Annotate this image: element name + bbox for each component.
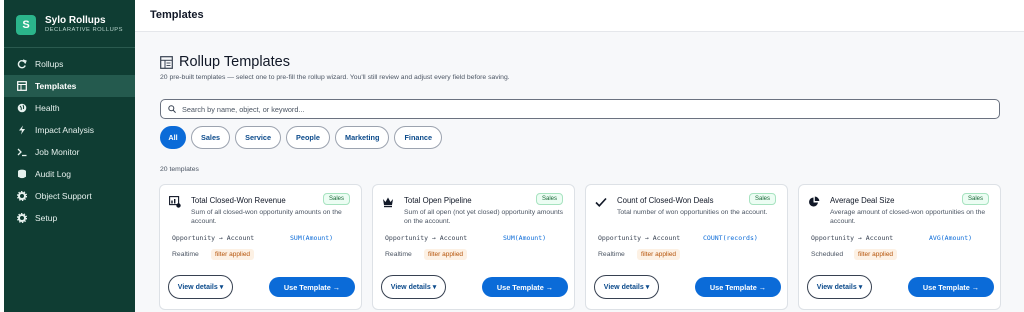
crown-icon — [383, 197, 393, 208]
template-grid-icon — [160, 55, 173, 69]
section-heading: Rollup Templates — [160, 54, 290, 70]
use-template-button[interactable]: Use Template → — [482, 277, 568, 297]
category-badge: Sales — [322, 193, 350, 205]
card-description: Sum of all closed-won opportunity amount… — [191, 209, 342, 226]
template-card: Total Open Pipeline Sales Sum of all ope… — [372, 184, 575, 310]
aggregate-function: COUNT(records) — [703, 234, 758, 242]
template-card: Count of Closed-Won Deals Sales Total nu… — [585, 184, 788, 310]
card-description: Sum of all open (not yet closed) opportu… — [404, 209, 564, 226]
sidebar-item-label: Impact Analysis — [35, 125, 95, 135]
terminal-prompt-icon — [16, 146, 28, 158]
sidebar-item-label: Job Monitor — [35, 147, 80, 157]
sidebar-item-audit-log[interactable]: Audit Log — [4, 163, 135, 185]
sidebar-item-label: Audit Log — [35, 169, 71, 179]
app-logo: S — [16, 15, 36, 35]
rollup-arrow-icon — [16, 58, 28, 70]
sidebar-item-impact-analysis[interactable]: Impact Analysis — [4, 119, 135, 141]
filter-chip-service[interactable]: Service — [235, 126, 282, 149]
revenue-chart-icon — [169, 196, 181, 208]
aggregate-function: SUM(Amount) — [290, 234, 334, 242]
sidebar-item-setup[interactable]: Setup — [4, 207, 135, 229]
sidebar-item-label: Templates — [35, 81, 77, 91]
object-mapping: Opportunity → Account — [385, 234, 468, 242]
category-badge: Sales — [535, 193, 563, 205]
card-description: Average amount of closed-won opportuniti… — [830, 209, 986, 226]
sidebar-nav: Rollups Templates Health Impact Analysis — [4, 47, 135, 229]
section-title: Rollup Templates — [179, 54, 290, 70]
aggregate-function: SUM(Amount) — [503, 234, 547, 242]
schedule-mode: Realtime — [385, 251, 412, 258]
schedule-mode: Realtime — [172, 251, 199, 258]
health-globe-icon — [16, 102, 28, 114]
search-box[interactable] — [160, 99, 1000, 119]
filter-chip-marketing[interactable]: Marketing — [334, 126, 390, 149]
use-template-button[interactable]: Use Template → — [695, 277, 781, 297]
template-cards: Total Closed-Won Revenue Sales Sum of al… — [159, 184, 1011, 310]
sidebar-item-label: Rollups — [35, 59, 64, 69]
template-count: 20 templates — [160, 166, 199, 173]
search-input[interactable] — [182, 104, 982, 114]
object-mapping: Opportunity → Account — [172, 234, 255, 242]
template-card: Total Closed-Won Revenue Sales Sum of al… — [159, 184, 362, 310]
sidebar: S Sylo Rollups DECLARATIVE ROLLUPS Rollu… — [4, 0, 135, 312]
lightning-icon — [16, 124, 28, 136]
filter-chip-people[interactable]: People — [286, 126, 330, 149]
sidebar-item-label: Health — [35, 103, 60, 113]
view-details-button[interactable]: View details ▾ — [381, 275, 446, 299]
card-title: Total Open Pipeline — [404, 196, 472, 205]
filter-badge: filter applied — [211, 249, 255, 260]
app-tagline: DECLARATIVE ROLLUPS — [45, 27, 124, 34]
card-description: Total number of won opportunities on the… — [617, 209, 768, 216]
schedule-mode: Scheduled — [811, 251, 844, 258]
sidebar-item-label: Object Support — [35, 191, 92, 201]
object-mapping: Opportunity → Account — [811, 234, 894, 242]
card-title: Average Deal Size — [830, 196, 895, 205]
card-title: Count of Closed-Won Deals — [617, 196, 714, 205]
app-root: S Sylo Rollups DECLARATIVE ROLLUPS Rollu… — [0, 0, 1024, 312]
object-mapping: Opportunity → Account — [598, 234, 681, 242]
pie-chart-icon — [809, 196, 820, 207]
filter-badge: filter applied — [637, 249, 681, 260]
filter-chip-sales[interactable]: Sales — [191, 126, 231, 149]
category-badge: Sales — [748, 193, 776, 205]
card-title: Total Closed-Won Revenue — [191, 196, 286, 205]
sidebar-item-label: Setup — [35, 213, 58, 223]
category-filters: All Sales Service People Marketing Finan… — [160, 126, 447, 149]
database-icon — [16, 168, 28, 180]
filter-chip-all[interactable]: All — [160, 126, 186, 149]
view-details-button[interactable]: View details ▾ — [594, 275, 659, 299]
aggregate-function: AVG(Amount) — [929, 234, 973, 242]
use-template-button[interactable]: Use Template → — [269, 277, 355, 297]
gear-icon — [16, 190, 28, 202]
sidebar-item-job-monitor[interactable]: Job Monitor — [4, 141, 135, 163]
sidebar-item-health[interactable]: Health — [4, 97, 135, 119]
template-card: Average Deal Size Sales Average amount o… — [798, 184, 1001, 310]
top-bar: Templates — [135, 0, 1024, 32]
view-details-button[interactable]: View details ▾ — [168, 275, 233, 299]
search-icon — [168, 105, 176, 113]
filter-badge: filter applied — [854, 249, 898, 260]
filter-chip-finance[interactable]: Finance — [394, 126, 443, 149]
filter-badge: filter applied — [424, 249, 468, 260]
template-grid-icon — [16, 80, 28, 92]
main-content: Rollup Templates 20 pre-built templates … — [135, 32, 1024, 312]
gear-icon — [16, 212, 28, 224]
view-details-button[interactable]: View details ▾ — [807, 275, 872, 299]
sidebar-item-templates[interactable]: Templates — [4, 75, 135, 97]
section-description: 20 pre-built templates — select one to p… — [160, 74, 510, 81]
brand: S Sylo Rollups DECLARATIVE ROLLUPS — [4, 0, 135, 40]
category-badge: Sales — [961, 193, 989, 205]
page-title: Templates — [150, 9, 204, 21]
app-name: Sylo Rollups — [45, 15, 106, 27]
sidebar-item-rollups[interactable]: Rollups — [4, 53, 135, 75]
sidebar-item-object-support[interactable]: Object Support — [4, 185, 135, 207]
use-template-button[interactable]: Use Template → — [908, 277, 994, 297]
schedule-mode: Realtime — [598, 251, 625, 258]
checkmark-icon — [595, 197, 607, 207]
